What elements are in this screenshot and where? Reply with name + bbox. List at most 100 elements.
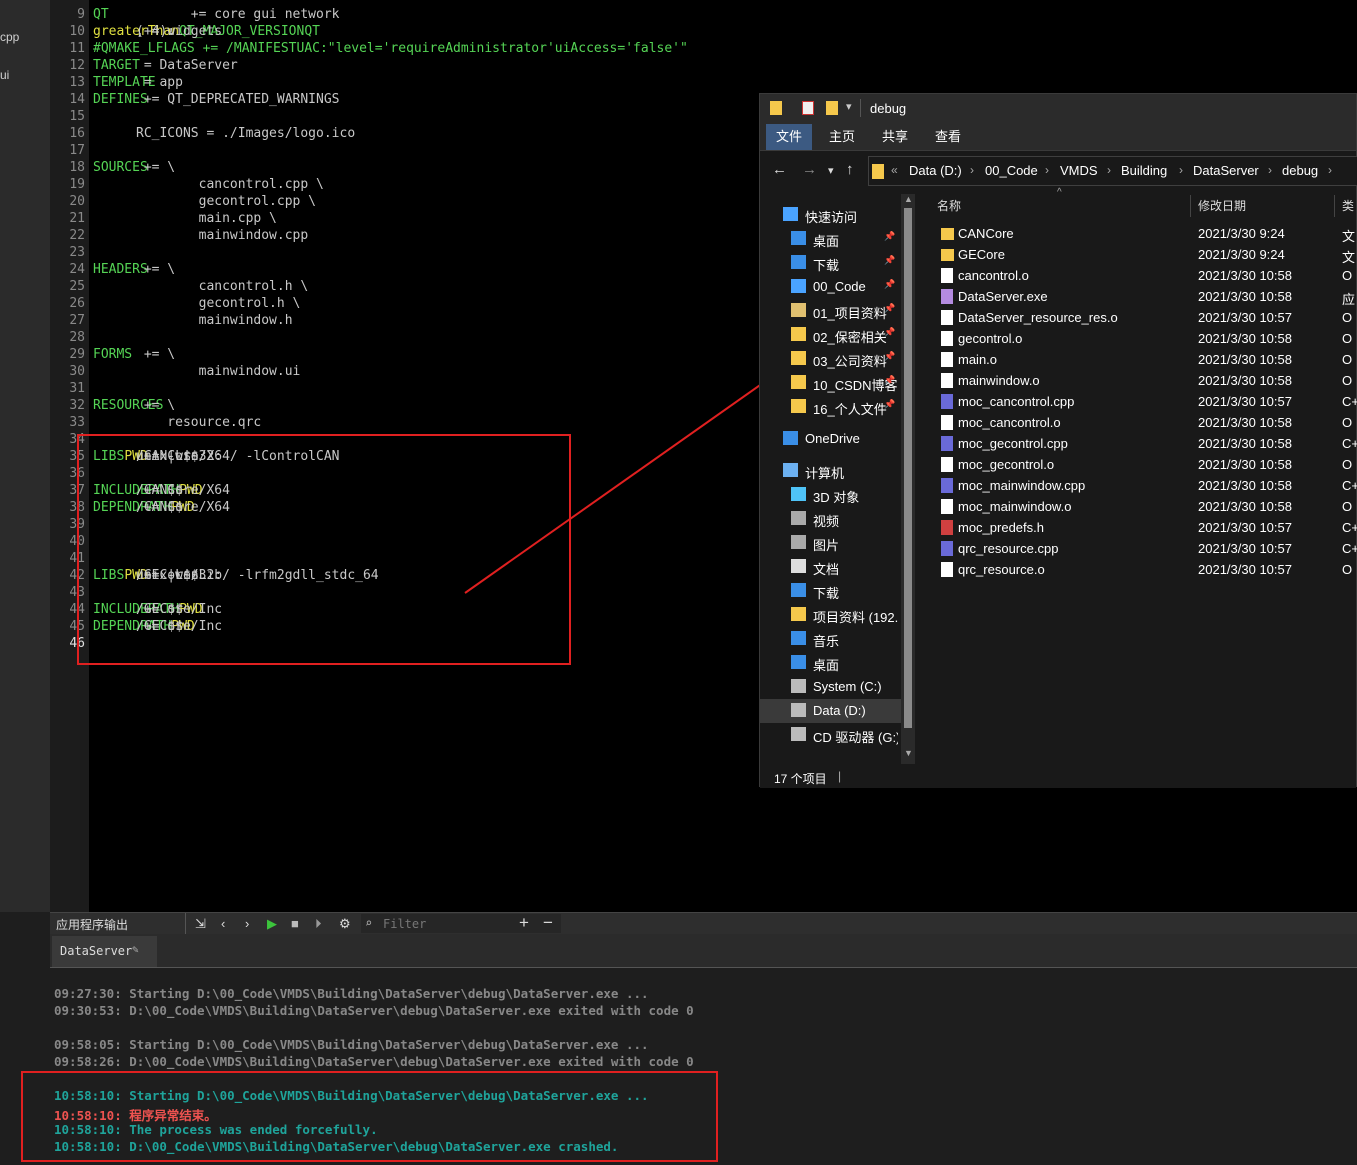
nav-item[interactable]: 00_Code 📌 xyxy=(760,275,902,299)
file-row[interactable]: moc_mainwindow.cpp 2021/3/30 10:58 C+ xyxy=(917,475,1357,496)
code-token: += \ xyxy=(136,160,176,175)
nav-item[interactable]: 10_CSDN博客 📌 xyxy=(760,371,902,395)
nav-scrollbar[interactable]: ▲ ▼ xyxy=(901,194,915,764)
run-icon[interactable]: ▶ xyxy=(267,916,277,932)
file-row[interactable]: moc_predefs.h 2021/3/30 10:57 C+ xyxy=(917,517,1357,538)
scroll-thumb[interactable] xyxy=(904,208,912,728)
pin-icon[interactable]: 📌 xyxy=(884,279,895,290)
nav-item[interactable]: 3D 对象 xyxy=(760,483,902,507)
column-header-date[interactable]: 修改日期 xyxy=(1198,197,1246,214)
file-row[interactable]: moc_gecontrol.o 2021/3/30 10:58 O xyxy=(917,454,1357,475)
scroll-up-icon[interactable]: ▲ xyxy=(904,194,913,204)
nav-item[interactable]: OneDrive xyxy=(760,427,902,451)
nav-item[interactable]: CD 驱动器 (G:) xyxy=(760,723,902,747)
file-date: 2021/3/30 10:58 xyxy=(1198,268,1292,283)
column-divider[interactable] xyxy=(1190,195,1191,217)
chevron-right-icon[interactable]: › xyxy=(1107,163,1111,177)
column-header-name[interactable]: 名称 xyxy=(937,197,961,214)
nav-item[interactable]: 03_公司资料 📌 xyxy=(760,347,902,371)
breadcrumb-dataserver[interactable]: DataServer xyxy=(1193,163,1259,178)
file-row[interactable]: moc_cancontrol.cpp 2021/3/30 10:57 C+ xyxy=(917,391,1357,412)
pin-icon[interactable]: 📌 xyxy=(884,231,895,242)
attach-icon[interactable]: ⇲ xyxy=(195,916,206,932)
chevron-right-icon[interactable]: › xyxy=(1328,163,1332,177)
file-row[interactable]: DataServer_resource_res.o 2021/3/30 10:57… xyxy=(917,307,1357,328)
breadcrumb-00-code[interactable]: 00_Code xyxy=(985,163,1038,178)
network-folder-icon xyxy=(791,607,806,621)
file-name: moc_gecontrol.o xyxy=(958,457,1055,472)
chevron-right-icon[interactable]: › xyxy=(970,163,974,177)
gear-icon[interactable]: ⚙ xyxy=(339,916,351,932)
pin-icon[interactable]: 📌 xyxy=(884,375,895,386)
tab-file[interactable]: 文件 xyxy=(766,124,812,150)
sidebar-item-cpp[interactable]: cpp xyxy=(0,30,19,44)
nav-item[interactable]: 音乐 xyxy=(760,627,902,651)
chevron-right-icon[interactable]: › xyxy=(1268,163,1272,177)
nav-item[interactable]: 视频 xyxy=(760,507,902,531)
new-folder-icon[interactable] xyxy=(826,101,838,115)
file-row[interactable]: cancontrol.o 2021/3/30 10:58 O xyxy=(917,265,1357,286)
breadcrumb-data-d[interactable]: Data (D:) xyxy=(909,163,962,178)
file-row[interactable]: main.o 2021/3/30 10:58 O xyxy=(917,349,1357,370)
nav-item[interactable]: Data (D:) xyxy=(760,699,902,723)
tab-dataserver[interactable]: DataServer ✎ xyxy=(52,936,157,967)
pin-icon[interactable]: 📌 xyxy=(884,399,895,410)
previous-icon[interactable]: ‹ xyxy=(221,916,225,931)
file-row[interactable]: GECore 2021/3/30 9:24 文 xyxy=(917,244,1357,265)
nav-item[interactable]: 项目资料 (192.1 xyxy=(760,603,902,627)
tab-view[interactable]: 查看 xyxy=(926,124,970,150)
column-divider[interactable] xyxy=(1334,195,1335,217)
nav-item[interactable]: 图片 xyxy=(760,531,902,555)
nav-item[interactable]: 计算机 xyxy=(760,459,902,483)
nav-item[interactable]: 下载 xyxy=(760,579,902,603)
back-arrow-icon[interactable]: ← xyxy=(772,161,787,178)
nav-item[interactable]: 下载 📌 xyxy=(760,251,902,275)
quick-access-dropdown-icon[interactable]: ▾ xyxy=(846,100,852,113)
pencil-icon[interactable]: ✎ xyxy=(132,943,139,956)
column-header-type[interactable]: 类 xyxy=(1342,197,1354,214)
nav-item[interactable]: 16_个人文件 📌 xyxy=(760,395,902,419)
file-row[interactable]: moc_mainwindow.o 2021/3/30 10:58 O xyxy=(917,496,1357,517)
zoom-out-icon[interactable]: − xyxy=(543,913,553,933)
nav-item[interactable]: 桌面 xyxy=(760,651,902,675)
chevron-right-icon[interactable]: › xyxy=(1045,163,1049,177)
filter-input[interactable]: ⌕ Filter xyxy=(361,914,561,933)
forward-arrow-icon[interactable]: → xyxy=(802,161,817,178)
address-bar[interactable]: « Data (D:) › 00_Code › VMDS › Building … xyxy=(868,156,1357,186)
nav-item[interactable]: 桌面 📌 xyxy=(760,227,902,251)
nav-item[interactable]: 01_项目资料 📌 xyxy=(760,299,902,323)
file-row[interactable]: mainwindow.o 2021/3/30 10:58 O xyxy=(917,370,1357,391)
file-row[interactable]: DataServer.exe 2021/3/30 10:58 应 xyxy=(917,286,1357,307)
file-row[interactable]: qrc_resource.o 2021/3/30 10:57 O xyxy=(917,559,1357,580)
tab-home[interactable]: 主页 xyxy=(820,124,864,150)
breadcrumb-vmds[interactable]: VMDS xyxy=(1060,163,1098,178)
zoom-in-icon[interactable]: + xyxy=(519,913,529,933)
file-row[interactable]: CANCore 2021/3/30 9:24 文 xyxy=(917,223,1357,244)
stop-icon[interactable]: ■ xyxy=(291,916,299,931)
debug-icon[interactable]: ⏵ xyxy=(315,916,322,932)
breadcrumb-building[interactable]: Building xyxy=(1121,163,1167,178)
nav-item[interactable]: 快速访问 xyxy=(760,203,902,227)
pin-icon[interactable]: 📌 xyxy=(884,327,895,338)
nav-item[interactable]: 02_保密相关 📌 xyxy=(760,323,902,347)
chevron-right-icon[interactable]: › xyxy=(1179,163,1183,177)
pin-icon[interactable]: 📌 xyxy=(884,351,895,362)
tab-share[interactable]: 共享 xyxy=(873,124,917,150)
file-row[interactable]: gecontrol.o 2021/3/30 10:58 O xyxy=(917,328,1357,349)
sidebar-item-ui[interactable]: ui xyxy=(0,68,9,82)
file-row[interactable]: moc_gecontrol.cpp 2021/3/30 10:58 C+ xyxy=(917,433,1357,454)
properties-icon[interactable] xyxy=(802,101,814,115)
nav-item[interactable]: 文档 xyxy=(760,555,902,579)
pin-icon[interactable]: 📌 xyxy=(884,303,895,314)
breadcrumb-overflow[interactable]: « xyxy=(891,163,898,177)
breadcrumb-debug[interactable]: debug xyxy=(1282,163,1318,178)
nav-item[interactable]: System (C:) xyxy=(760,675,902,699)
file-name: mainwindow.o xyxy=(958,373,1040,388)
next-icon[interactable]: › xyxy=(245,916,249,931)
file-row[interactable]: moc_cancontrol.o 2021/3/30 10:58 O xyxy=(917,412,1357,433)
pin-icon[interactable]: 📌 xyxy=(884,255,895,266)
scroll-down-icon[interactable]: ▼ xyxy=(904,748,913,758)
recent-dropdown-icon[interactable]: ▾ xyxy=(828,164,834,177)
up-arrow-icon[interactable]: ↑ xyxy=(846,161,854,178)
file-row[interactable]: qrc_resource.cpp 2021/3/30 10:57 C+ xyxy=(917,538,1357,559)
